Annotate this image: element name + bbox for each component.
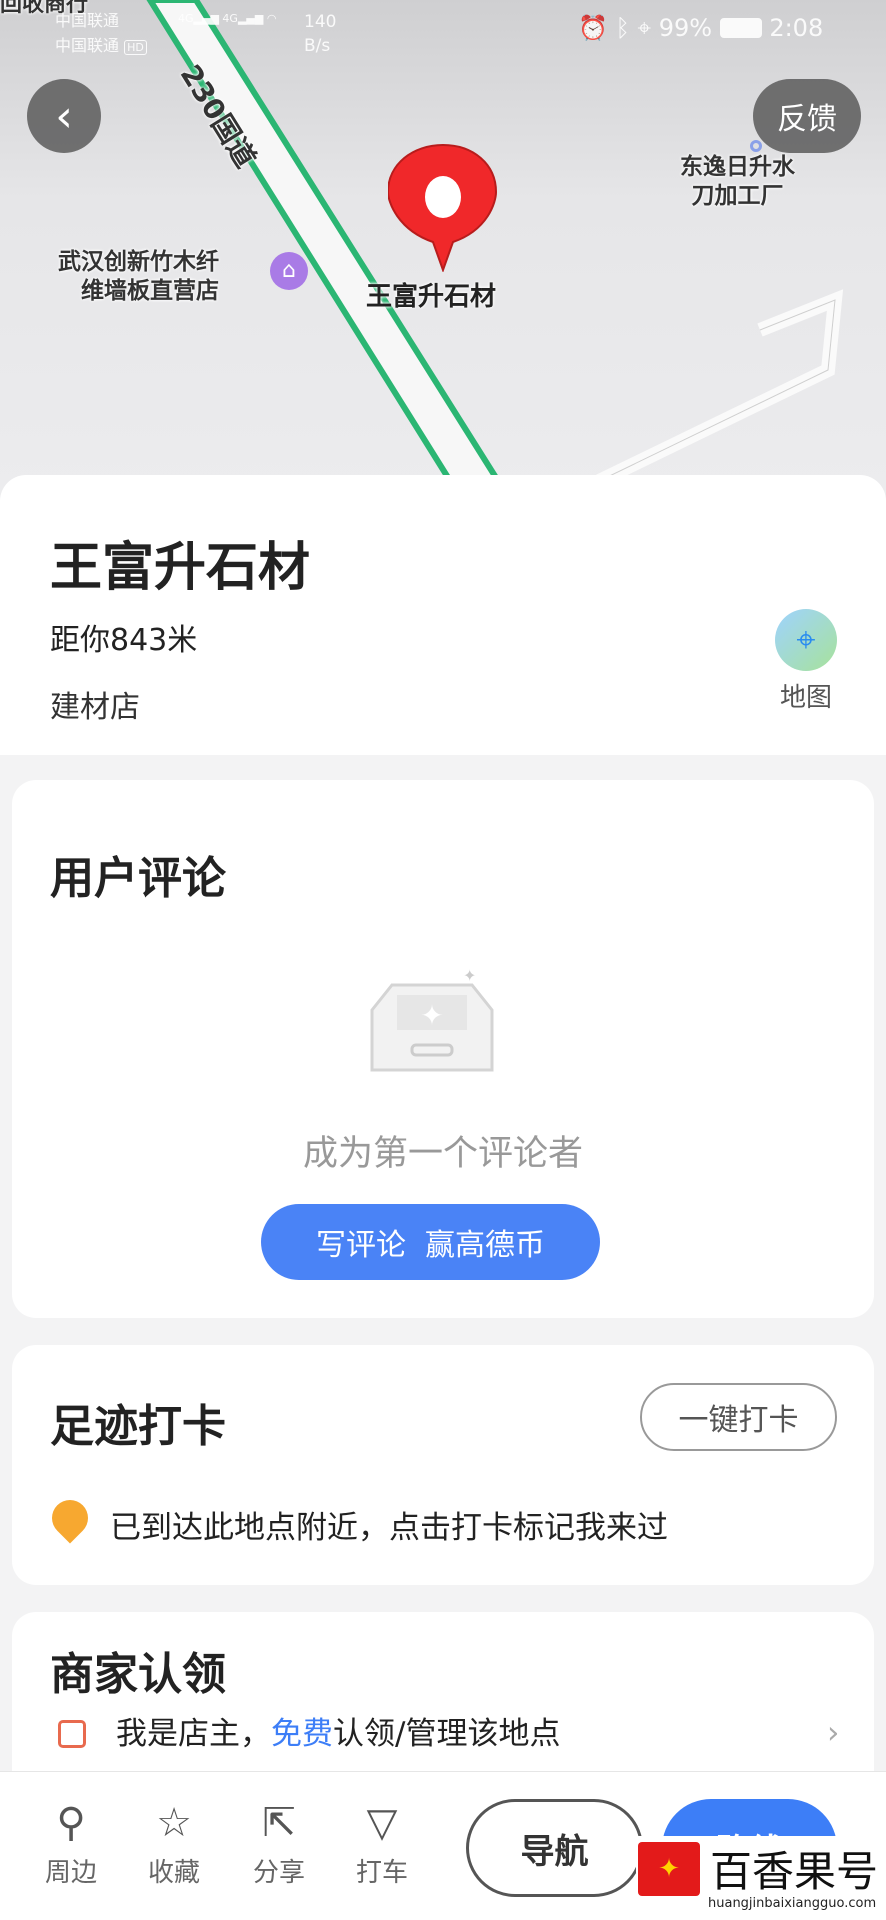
shop-poi-icon[interactable]: ⌂ [270, 252, 308, 290]
merchant-title: 商家认领 [50, 1649, 226, 1700]
checkin-button[interactable]: 一键打卡 [640, 1383, 837, 1451]
watermark: ✦ 百香果号 huangjinbaixiangguo.com [636, 1836, 886, 1920]
star-icon: ☆ [156, 1800, 192, 1846]
map-icon: ⌖ [775, 609, 837, 671]
net-speed: 140 B/s [304, 12, 337, 56]
feedback-button[interactable]: 反馈 [753, 79, 861, 153]
nearby-button[interactable]: ⚲ 周边 [31, 1800, 111, 1889]
battery-icon [719, 18, 762, 38]
checkin-title: 足迹打卡 [50, 1401, 226, 1452]
watermark-logo: ✦ [638, 1842, 700, 1896]
map-button[interactable]: ⌖ 地图 [770, 609, 842, 714]
chevron-left-icon: ‹ [55, 90, 73, 142]
reviews-card: 用户评论 ✦ ✦ 成为第一个评论者 写评论 赢高德币 [12, 780, 874, 1318]
reviews-title: 用户评论 [50, 853, 226, 904]
poi-dot-icon [750, 140, 762, 152]
chevron-right-icon: › [827, 1715, 840, 1751]
empty-review-text: 成为第一个评论者 [302, 1134, 583, 1174]
write-review-button[interactable]: 写评论 赢高德币 [261, 1204, 600, 1280]
share-button[interactable]: ⇱ 分享 [239, 1800, 319, 1889]
svg-text:✦: ✦ [420, 999, 443, 1032]
carrier-info: 中国联通 中国联通 HD [55, 8, 147, 60]
place-name: 王富升石材 [50, 538, 311, 598]
taxi-button[interactable]: ▽ 打车 [342, 1800, 422, 1889]
place-distance: 距你843米 [50, 623, 198, 658]
place-category: 建材店 [50, 690, 140, 725]
poi-label-left: 武汉创新竹木纤 维墙板直营店 [58, 249, 219, 304]
merchant-claim-link[interactable]: 我是店主，免费认领/管理该地点 [116, 1715, 560, 1753]
back-button[interactable]: ‹ [27, 79, 101, 153]
favorite-button[interactable]: ☆ 收藏 [134, 1800, 214, 1889]
checkin-card: 足迹打卡 一键打卡 已到达此地点附近，点击打卡标记我来过 [12, 1345, 874, 1585]
poi-label-right: 东逸日升水 刀加工厂 [680, 154, 795, 209]
navigate-button[interactable]: 导航 [466, 1799, 643, 1897]
taxi-icon: ▽ [366, 1800, 398, 1846]
shop-icon [58, 1720, 86, 1748]
pin-label: 王富升石材 [366, 282, 497, 312]
share-icon: ⇱ [262, 1800, 296, 1846]
signal-icon: 4G▂▄▆ 4G▂▄▆ ◠ [178, 12, 277, 25]
status-icons: ⏰ ᛒ ⌖ 99% 2:08 [578, 14, 824, 42]
search-icon: ⚲ [56, 1800, 86, 1846]
place-info-panel: 王富升石材 距你843米 建材店 ⌖ 地图 [0, 475, 886, 755]
svg-text:✦: ✦ [463, 966, 476, 985]
map-view[interactable]: 回收商行 230国道 中国联通 中国联通 HD 4G▂▄▆ 4G▂▄▆ ◠ 14… [0, 0, 886, 500]
empty-box-icon: ✦ ✦ [370, 966, 494, 1072]
checkin-hint: 已到达此地点附近，点击打卡标记我来过 [110, 1510, 668, 1546]
location-pin-icon [44, 1492, 96, 1544]
location-pin-icon [388, 143, 498, 272]
